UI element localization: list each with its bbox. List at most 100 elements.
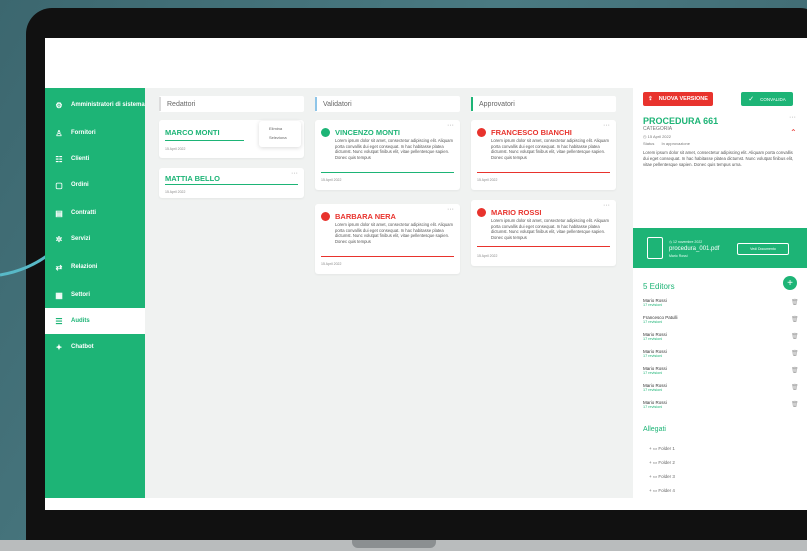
status-label: Status [643,141,655,146]
chevron-up-icon[interactable]: ⌃ [790,128,797,137]
menu-item-delete[interactable]: Elimina [269,126,282,131]
sidebar-item-label: Relazioni [71,264,98,270]
file-date: ◷ 12 novembre 2022 [669,240,702,244]
card-text: Lorem ipsum dolor sit amet, consectetur … [491,138,610,160]
top-bar [45,38,807,88]
sidebar-item-relazioni[interactable]: ⇄ Relazioni [45,254,145,280]
more-icon[interactable]: ··· [291,170,298,177]
sidebar-item-settori[interactable]: ▦ Settori [45,282,145,308]
folder-item[interactable]: + ▭ Folder 1 [649,446,675,452]
approve-button[interactable]: ✓ CONVALIDA [741,92,793,106]
card-name: MARIO ROSSI [491,208,542,217]
folder-name: Folder 3 [658,474,675,479]
card-date: 15 April 2022 [321,262,342,266]
column-title: Redattori [167,100,196,108]
card-francesco-bianchi[interactable]: ··· FRANCESCO BIANCHI Lorem ipsum dolor … [471,120,616,190]
trash-icon[interactable]: 🗑 [791,384,799,391]
trash-icon[interactable]: 🗑 [791,367,799,374]
sidebar-item-label: Servizi [71,236,91,242]
detail-panel: ⇪ NUOVA VERSIONE ✓ CONVALIDA PROCEDURA 6… [633,88,807,498]
editor-item[interactable]: Mario Rossi 17 revisioni [643,349,667,358]
procedure-category: CATEGORIA [643,126,673,132]
sidebar-item-clienti[interactable]: ☷ Clienti [45,146,145,172]
editor-item[interactable]: Mario Rossi 17 revisioni [643,400,667,409]
check-icon: ✓ [748,96,755,103]
more-icon[interactable]: ··· [789,114,796,121]
more-icon[interactable]: ··· [603,122,610,129]
trash-icon[interactable]: 🗑 [791,401,799,408]
sidebar-item-fornitori[interactable]: ♙ Fornitori [45,120,145,146]
card-mario-rossi[interactable]: ··· MARIO ROSSI Lorem ipsum dolor sit am… [471,200,616,266]
editor-item[interactable]: Mario Rossi 17 revisioni [643,366,667,375]
add-editor-button[interactable]: + [783,276,797,290]
menu-item-select[interactable]: Seleziona [269,135,287,140]
new-version-button[interactable]: ⇪ NUOVA VERSIONE [643,92,713,106]
app-window: ⚙ Amministratori di sistema ♙ Fornitori … [45,88,807,498]
card-date: 15 April 2022 [477,178,498,182]
column-accent-bar [315,97,317,111]
column-accent-bar [159,97,161,111]
card-context-menu: Elimina Seleziona [259,121,301,147]
card-name: MATTIA BELLO [165,174,220,183]
trash-icon[interactable]: 🗑 [791,299,799,306]
card-divider [321,172,454,173]
more-icon[interactable]: ··· [603,202,610,209]
trash-icon[interactable]: 🗑 [791,333,799,340]
file-icon [647,237,663,259]
folder-name: Folder 4 [658,488,675,493]
sidebar-item-chatbot[interactable]: ✦ Chatbot [45,334,145,360]
card-divider [477,246,610,247]
trash-icon[interactable]: 🗑 [791,350,799,357]
card-mattia-bello[interactable]: ··· MATTIA BELLO 15 April 2022 [159,168,304,198]
sidebar-item-label: Audits [71,318,90,324]
sidebar-item-amministratori[interactable]: ⚙ Amministratori di sistema [45,92,145,118]
card-barbara-nera[interactable]: ··· BARBARA NERA Lorem ipsum dolor sit a… [315,204,460,274]
chat-icon: ✦ [55,342,63,352]
file-date-text: 12 novembre 2022 [673,240,703,244]
gears-icon: ✲ [55,234,63,244]
card-marco-monti[interactable]: MARCO MONTI 15 April 2022 Elimina Selezi… [159,120,304,158]
document-icon: ▤ [55,208,63,218]
procedure-status: Status In approvazione [643,141,690,146]
editor-item[interactable]: Mario Rossi 17 revisioni [643,332,667,341]
plus-icon: + [787,277,793,289]
card-name: BARBARA NERA [335,212,396,221]
sidebar-item-audits[interactable]: ☰ Audits [45,308,145,334]
editor-revisions: 17 revisioni [643,354,663,358]
sidebar-item-label: Settori [71,292,91,298]
card-divider [321,256,454,257]
folder-item[interactable]: + ▭ Folder 3 [649,474,675,480]
building-icon: ▦ [55,290,63,300]
card-divider [165,184,298,185]
sidebar-item-ordini[interactable]: ▢ Ordini [45,172,145,198]
view-document-button[interactable]: Vedi Documento [737,243,789,255]
folder-item[interactable]: + ▭ Folder 4 [649,488,675,494]
sidebar-item-contratti[interactable]: ▤ Contratti [45,200,145,226]
trash-icon[interactable]: 🗑 [791,316,799,323]
column-title: Approvatori [479,100,515,108]
users-cog-icon: ⚙ [55,100,63,110]
attachments-title: Allegati [643,426,666,433]
editor-revisions: 17 revisioni [643,303,663,307]
more-icon[interactable]: ··· [447,122,454,129]
card-vincenzo-monti[interactable]: ··· VINCENZO MONTI Lorem ipsum dolor sit… [315,120,460,190]
bottom-bar [45,498,807,510]
new-version-label: NUOVA VERSIONE [658,96,708,102]
editor-revisions: 17 revisioni [643,320,663,324]
editor-item[interactable]: Francesco Patulli 17 revisioni [643,315,678,324]
folder-item[interactable]: + ▭ Folder 2 [649,460,675,466]
more-icon[interactable]: ··· [447,206,454,213]
sidebar-item-label: Fornitori [71,130,96,136]
editor-revisions: 17 revisioni [643,371,663,375]
file-author: Mario Rossi [669,254,688,258]
card-divider [165,140,244,141]
sidebar-item-label: Amministratori di sistema [71,102,145,108]
sidebar-item-label: Ordini [71,182,89,188]
editor-item[interactable]: Mario Rossi 17 revisioni [643,383,667,392]
sidebar-item-servizi[interactable]: ✲ Servizi [45,226,145,252]
editor-item[interactable]: Mario Rossi 17 revisioni [643,298,667,307]
link-icon: ⇄ [55,262,63,272]
procedure-date: ◷ 15 April 2022 [643,134,671,139]
folder-name: Folder 1 [658,446,675,451]
card-date: 15 April 2022 [165,190,186,194]
